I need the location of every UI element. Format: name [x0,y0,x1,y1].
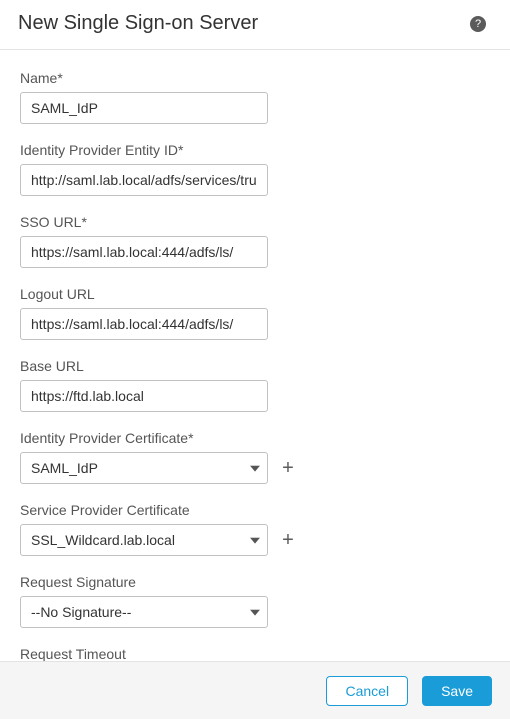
dialog-footer: Cancel Save [0,661,510,719]
field-request-signature: Request Signature --No Signature-- [20,574,490,628]
label-sso-url: SSO URL* [20,214,490,230]
label-base-url: Base URL [20,358,490,374]
label-idp-cert: Identity Provider Certificate* [20,430,490,446]
request-signature-select[interactable]: --No Signature-- [20,596,268,628]
label-name: Name* [20,70,490,86]
field-idp-cert: Identity Provider Certificate* SAML_IdP … [20,430,490,484]
save-button[interactable]: Save [422,676,492,706]
field-sp-cert: Service Provider Certificate SSL_Wildcar… [20,502,490,556]
field-sso-url: SSO URL* [20,214,490,268]
idp-entity-id-input[interactable] [20,164,268,196]
label-idp-entity-id: Identity Provider Entity ID* [20,142,490,158]
logout-url-input[interactable] [20,308,268,340]
field-base-url: Base URL [20,358,490,412]
name-input[interactable] [20,92,268,124]
label-request-signature: Request Signature [20,574,490,590]
field-name: Name* [20,70,490,124]
add-idp-cert-button[interactable]: + [276,456,300,480]
label-sp-cert: Service Provider Certificate [20,502,490,518]
dialog-header: New Single Sign-on Server ? [0,0,510,50]
form-body: Name* Identity Provider Entity ID* SSO U… [0,50,510,663]
field-idp-entity-id: Identity Provider Entity ID* [20,142,490,196]
base-url-input[interactable] [20,380,268,412]
cancel-button[interactable]: Cancel [326,676,408,706]
idp-cert-select[interactable]: SAML_IdP [20,452,268,484]
add-sp-cert-button[interactable]: + [276,528,300,552]
sso-url-input[interactable] [20,236,268,268]
sp-cert-select[interactable]: SSL_Wildcard.lab.local [20,524,268,556]
dialog-title: New Single Sign-on Server [18,12,258,35]
help-icon[interactable]: ? [470,16,486,32]
label-request-timeout: Request Timeout [20,646,490,662]
field-logout-url: Logout URL [20,286,490,340]
label-logout-url: Logout URL [20,286,490,302]
